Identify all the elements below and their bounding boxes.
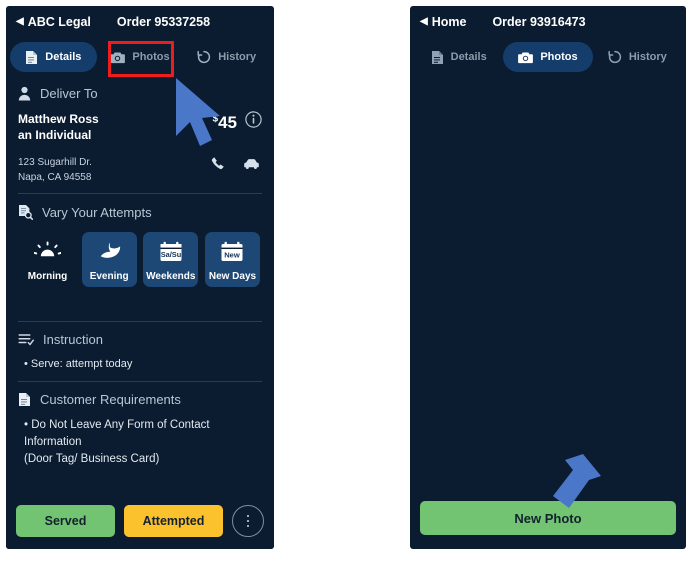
customer-requirements-section: Customer Requirements • Do Not Leave Any… [6,382,274,475]
requirement-item-line-1: • Do Not Leave Any Form of Contact Infor… [24,419,210,448]
back-link-abc-legal[interactable]: ◀ ABC Legal [16,15,91,29]
right-action-bar: New Photo [410,501,686,549]
served-button[interactable]: Served [16,505,115,537]
recipient-block: Matthew Ross an Individual [18,111,99,143]
vary-attempts-label: Vary Your Attempts [42,204,152,220]
order-title: Order 93916473 [492,15,586,29]
right-tab-bar: Details Photos History [410,38,686,76]
kebab-dot [246,524,250,528]
tab-history[interactable]: History [593,42,682,72]
instruction-label: Instruction [43,332,103,348]
document-search-icon [18,204,33,221]
customer-requirements-heading: Customer Requirements [18,392,262,407]
back-link-home[interactable]: ◀ Home [420,15,466,29]
tab-photos[interactable]: Photos [97,42,184,72]
deliver-to-label: Deliver To [40,86,98,101]
instruction-section: Instruction • Serve: attempt today [6,322,274,381]
tab-photos-label: Photos [540,51,578,63]
left-action-bar: Served Attempted [6,497,274,549]
attempt-label-weekends: Weekends [146,271,196,283]
back-link-label: Home [431,15,467,29]
back-caret-icon: ◀ [16,16,24,27]
address-action-icons [211,156,262,176]
attempt-label-new-days: New Days [208,271,257,283]
customer-requirements-label: Customer Requirements [40,392,181,408]
left-app-header: ◀ ABC Legal Order 95337258 [6,6,274,38]
info-icon[interactable] [245,111,262,133]
document-icon [18,392,31,407]
tab-history[interactable]: History [183,42,270,72]
new-photo-button[interactable]: New Photo [420,501,676,535]
attempted-button[interactable]: Attempted [124,505,223,537]
history-icon [197,50,211,64]
tab-details-label: Details [450,51,487,63]
attempt-option-morning[interactable]: Morning [20,232,75,287]
price-block: $45 [213,111,262,133]
attempt-label-evening: Evening [89,271,129,283]
document-icon [25,50,38,65]
list-check-icon [18,333,34,346]
sun-icon [34,239,61,266]
tab-photos-label: Photos [132,51,170,63]
calendar-new-icon: New [218,239,246,266]
deliver-to-heading: Deliver To [18,86,262,101]
order-title: Order 95337258 [116,15,211,29]
calendar-weekend-icon: Sa/Su [157,239,185,266]
address-line-2: Napa, CA 94558 [18,171,92,183]
svg-text:Sa/Su: Sa/Su [161,250,182,259]
tab-details[interactable]: Details [10,42,97,72]
vary-attempts-section: Vary Your Attempts Morning Evening Sa/Su… [6,194,274,299]
attempt-option-weekends[interactable]: Sa/Su Weekends [143,232,199,288]
attempt-options: Morning Evening Sa/Su Weekends New New D… [18,232,262,291]
instruction-heading: Instruction [18,332,262,347]
kebab-menu-icon[interactable] [232,505,264,537]
tab-history-label: History [628,51,667,63]
camera-icon [518,51,534,64]
vary-attempts-heading: Vary Your Attempts [18,204,262,221]
instruction-item: • Serve: attempt today [24,358,133,371]
tab-details-label: Details [45,51,82,63]
svg-text:New: New [225,250,241,259]
recipient-name: Matthew Ross [18,112,99,126]
car-icon[interactable] [243,157,260,175]
person-icon [18,86,31,101]
history-icon [608,50,622,64]
left-tab-bar: Details Photos History [6,38,274,76]
document-icon [431,50,444,65]
address-line-1: 123 Sugarhill Dr. [18,157,92,169]
kebab-dot [246,514,250,518]
address-block: 123 Sugarhill Dr. Napa, CA 94558 [18,156,92,185]
phone-icon[interactable] [211,156,225,176]
requirement-item-line-2: (Door Tag/ Business Card) [24,452,160,465]
deliver-to-body: Matthew Ross an Individual $45 [18,111,262,143]
deliver-to-section: Deliver To Matthew Ross an Individual $4… [6,76,274,193]
attempt-label-morning: Morning [27,271,68,283]
left-phone-screen: ◀ ABC Legal Order 95337258 Details Photo… [6,6,274,549]
recipient-type: an Individual [18,128,92,143]
price-value: 45 [218,112,237,132]
right-phone-screen: ◀ Home Order 93916473 Details Photos His… [410,6,686,549]
price-amount: $45 [213,112,237,132]
moon-icon [96,239,122,266]
attempt-option-new-days[interactable]: New New Days [204,232,260,288]
address-row: 123 Sugarhill Dr. Napa, CA 94558 [18,156,262,185]
attempt-option-evening[interactable]: Evening [81,232,137,288]
right-app-header: ◀ Home Order 93916473 [410,6,686,38]
back-caret-icon: ◀ [420,16,428,27]
tab-history-label: History [218,51,257,63]
kebab-dot [246,519,250,523]
back-link-label: ABC Legal [27,15,91,29]
camera-icon [110,51,126,64]
tab-photos[interactable]: Photos [503,42,593,72]
tab-details[interactable]: Details [414,42,503,72]
